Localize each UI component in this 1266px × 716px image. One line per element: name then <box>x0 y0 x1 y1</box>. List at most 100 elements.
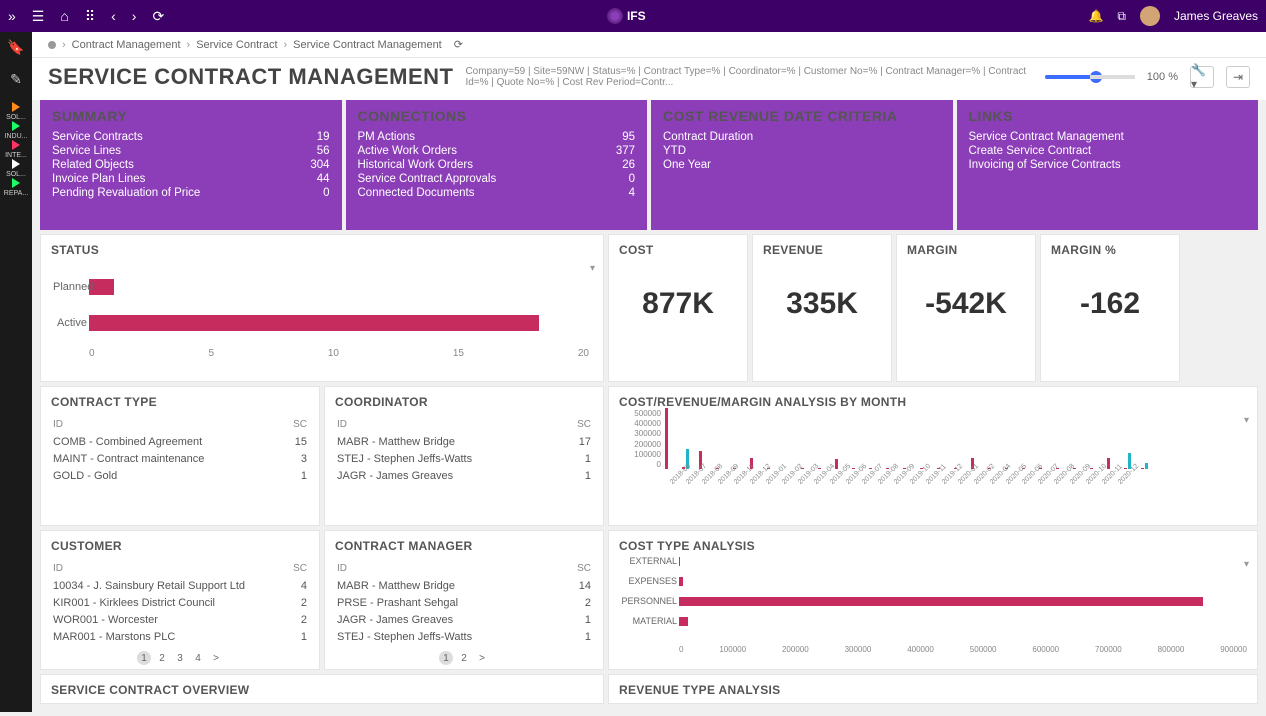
page-button[interactable]: 1 <box>439 651 453 665</box>
expand-icon[interactable]: » <box>8 8 16 24</box>
chevron-down-icon[interactable]: ▾ <box>590 263 595 274</box>
table-row[interactable]: WOR001 - Worcester2 <box>53 612 307 627</box>
connections-card: CONNECTIONS PM Actions95Active Work Orde… <box>346 100 648 230</box>
settings-icon[interactable]: 🔧 ▾ <box>1190 66 1214 88</box>
kpi-revenue-value: 335K <box>763 287 881 321</box>
list-item: Active Work Orders377 <box>358 144 636 158</box>
kpi-margin-pct-value: -162 <box>1051 287 1169 321</box>
customer-title: CUSTOMER <box>51 539 309 553</box>
page-button[interactable]: 4 <box>191 651 205 665</box>
col-sc: SC <box>290 561 307 576</box>
list-item[interactable]: Create Service Contract <box>969 144 1247 158</box>
col-sc: SC <box>567 417 591 432</box>
breadcrumb-refresh-icon[interactable]: ⟳ <box>454 38 463 51</box>
page-button[interactable]: 1 <box>137 651 151 665</box>
breadcrumb-dot <box>48 41 56 49</box>
page-button[interactable]: > <box>475 651 489 665</box>
nav-back-icon[interactable]: ‹ <box>111 8 116 24</box>
apps-icon[interactable]: ⠿ <box>85 8 95 25</box>
nav-item[interactable]: INTE... <box>4 140 28 159</box>
nav-item[interactable]: INDU... <box>4 121 28 140</box>
status-title: STATUS <box>51 243 593 257</box>
table-row[interactable]: MAR001 - Marstons PLC1 <box>53 629 307 644</box>
kpi-cost: COST 877K <box>608 234 748 382</box>
bar[interactable] <box>665 408 668 469</box>
table-row[interactable]: JAGR - James Greaves1 <box>337 612 591 627</box>
brand-text: IFS <box>627 9 646 23</box>
analysis-card: COST/REVENUE/MARGIN ANALYSIS BY MONTH ▾ … <box>608 386 1258 526</box>
page-button[interactable]: > <box>209 651 223 665</box>
list-item: Service Lines56 <box>52 144 330 158</box>
breadcrumb-item[interactable]: Contract Management <box>72 39 181 51</box>
list-item[interactable]: Invoicing of Service Contracts <box>969 158 1247 172</box>
page-button[interactable]: 2 <box>155 651 169 665</box>
table-row[interactable]: GOLD - Gold1 <box>53 468 307 483</box>
table-row[interactable]: PRSE - Prashant Sehgal2 <box>337 595 591 610</box>
title-bar: SERVICE CONTRACT MANAGEMENT Company=59 |… <box>32 58 1266 100</box>
table-row[interactable]: JAGR - James Greaves1 <box>337 468 591 483</box>
overview-card: SERVICE CONTRACT OVERVIEW <box>40 674 604 704</box>
list-item: Connected Documents4 <box>358 186 636 200</box>
breadcrumb-item[interactable]: Service Contract Management <box>293 39 442 51</box>
bar[interactable] <box>89 315 539 331</box>
nav-item[interactable]: REPA... <box>4 178 28 197</box>
table-row[interactable]: MAINT - Contract maintenance3 <box>53 451 307 466</box>
expand-panel-icon[interactable]: ⇥ <box>1226 66 1250 88</box>
nav-item[interactable]: SOL... <box>4 102 28 121</box>
bell-icon[interactable]: 🔔 <box>1088 9 1103 23</box>
kpi-margin: MARGIN -542K <box>896 234 1036 382</box>
list-item: PM Actions95 <box>358 130 636 144</box>
bar[interactable] <box>852 468 855 469</box>
coordinator-card: COORDINATOR IDSCMABR - Matthew Bridge17S… <box>324 386 604 526</box>
bar[interactable] <box>679 617 688 626</box>
list-item[interactable]: Service Contract Management <box>969 130 1247 144</box>
bar[interactable] <box>1145 463 1148 469</box>
list-item: Pending Revaluation of Price0 <box>52 186 330 200</box>
table-row[interactable]: MABR - Matthew Bridge14 <box>337 578 591 593</box>
connections-title: CONNECTIONS <box>358 108 636 124</box>
menu-icon[interactable]: ☰ <box>32 8 45 25</box>
col-id: ID <box>53 417 284 432</box>
tag-icon[interactable]: ⧉ <box>1117 9 1126 24</box>
analysis-title: COST/REVENUE/MARGIN ANALYSIS BY MONTH <box>619 395 1247 409</box>
contract-type-card: CONTRACT TYPE IDSCCOMB - Combined Agreem… <box>40 386 320 526</box>
list-item: Contract Duration <box>663 130 941 144</box>
page-button[interactable]: 2 <box>457 651 471 665</box>
bar-label: Planned <box>53 281 87 293</box>
bar-label: EXPENSES <box>621 576 677 586</box>
table-row[interactable]: STEJ - Stephen Jeffs-Watts1 <box>337 451 591 466</box>
col-id: ID <box>53 561 288 576</box>
bar[interactable] <box>679 597 1203 606</box>
bar[interactable] <box>1124 468 1127 469</box>
table-row[interactable]: KIR001 - Kirklees District Council2 <box>53 595 307 610</box>
kpi-revenue: REVENUE 335K <box>752 234 892 382</box>
user-name[interactable]: James Greaves <box>1174 9 1258 23</box>
table-row[interactable]: STEJ - Stephen Jeffs-Watts1 <box>337 629 591 644</box>
refresh-icon[interactable]: ⟳ <box>152 8 164 25</box>
contract-manager-title: CONTRACT MANAGER <box>335 539 593 553</box>
home-icon[interactable]: ⌂ <box>60 8 68 24</box>
kpi-cost-title: COST <box>619 243 737 257</box>
table-row[interactable]: 10034 - J. Sainsbury Retail Support Ltd4 <box>53 578 307 593</box>
avatar[interactable] <box>1140 6 1160 26</box>
breadcrumb-item[interactable]: Service Contract <box>196 39 277 51</box>
bookmark-icon[interactable]: 🔖 <box>7 38 25 56</box>
pencil-icon[interactable]: ✎ <box>7 70 25 88</box>
cost-type-card: COST TYPE ANALYSIS ▾ EXTERNALEXPENSESPER… <box>608 530 1258 670</box>
kpi-margin-value: -542K <box>907 287 1025 321</box>
table-row[interactable]: MABR - Matthew Bridge17 <box>337 434 591 449</box>
nav-item[interactable]: SOL... <box>4 159 28 178</box>
list-item: Service Contract Approvals0 <box>358 172 636 186</box>
bar[interactable] <box>679 577 683 586</box>
bar[interactable] <box>1141 468 1144 469</box>
zoom-pct: 100 % <box>1147 71 1178 83</box>
nav-forward-icon[interactable]: › <box>132 8 137 24</box>
page-button[interactable]: 3 <box>173 651 187 665</box>
filter-summary[interactable]: Company=59 | Site=59NW | Status=% | Cont… <box>465 66 1032 88</box>
bar[interactable] <box>679 557 680 566</box>
zoom-slider[interactable] <box>1045 75 1135 79</box>
summary-title: SUMMARY <box>52 108 330 124</box>
table-row[interactable]: COMB - Combined Agreement15 <box>53 434 307 449</box>
kpi-revenue-title: REVENUE <box>763 243 881 257</box>
list-item: Service Contracts19 <box>52 130 330 144</box>
